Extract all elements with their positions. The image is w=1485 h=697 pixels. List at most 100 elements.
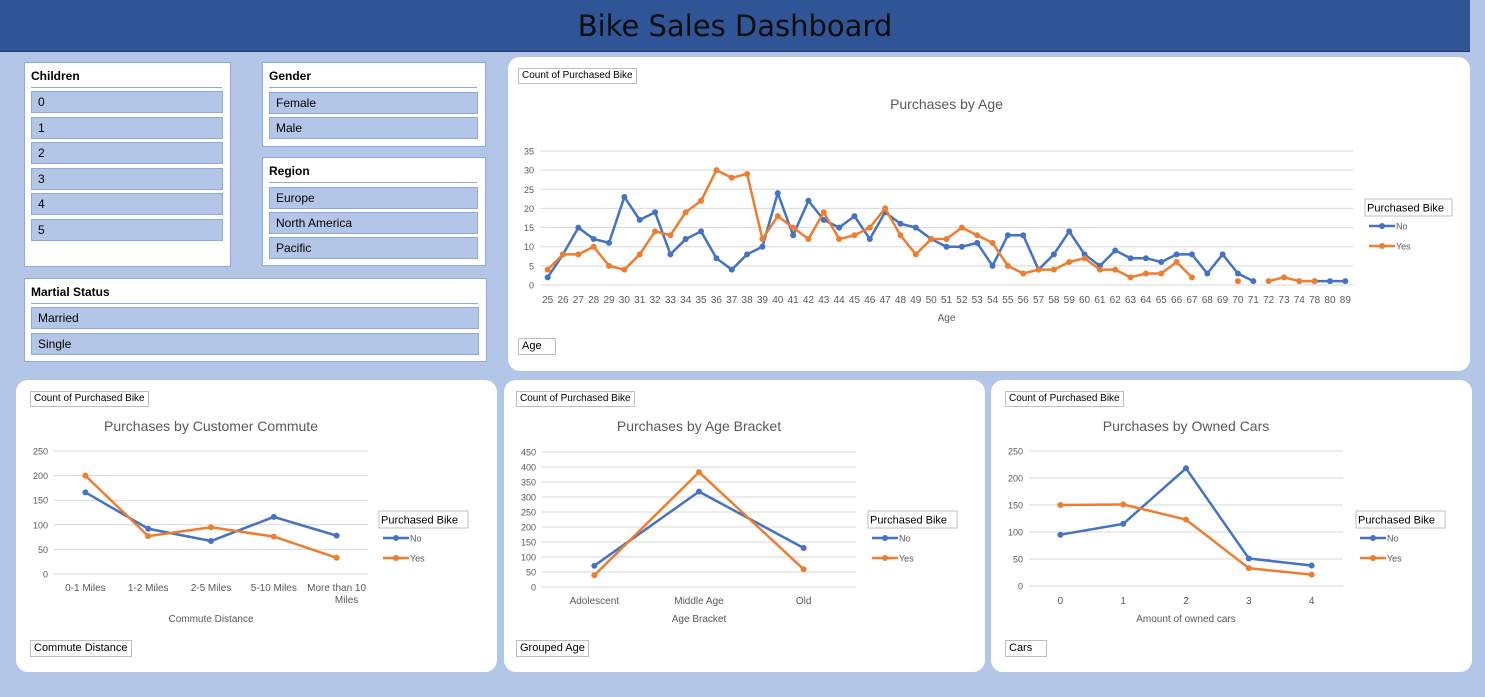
data-point-yes	[544, 266, 551, 273]
data-point-no	[591, 562, 598, 569]
data-point-yes	[1296, 278, 1303, 285]
data-point-yes	[744, 170, 751, 177]
y-tick-label: 200	[521, 523, 536, 533]
x-tick-label: 31	[634, 295, 646, 306]
data-point-yes	[682, 209, 689, 216]
x-tick-label: 3	[1246, 596, 1252, 607]
chart-title: Purchases by Owned Cars	[1103, 418, 1270, 434]
children-slicer-item[interactable]: 5	[31, 218, 223, 241]
marital-slicer-item[interactable]: Single	[31, 333, 479, 355]
data-point-no	[1245, 555, 1252, 562]
marital-slicer-item[interactable]: Married	[31, 307, 479, 329]
data-point-no	[912, 224, 919, 231]
data-point-no	[544, 274, 551, 281]
data-point-no	[82, 489, 89, 496]
age-line-chart: Purchases by Age0510152025303525 26 27 28 29…	[524, 96, 1453, 324]
data-point-yes	[1142, 270, 1149, 277]
x-tick-label: 42	[803, 295, 815, 306]
y-tick-label: 0	[531, 583, 536, 593]
data-point-yes	[696, 469, 702, 476]
data-point-no	[1057, 531, 1064, 538]
data-point-no	[1234, 270, 1241, 277]
series-line-no	[84, 491, 337, 543]
x-tick-label: 71	[1248, 295, 1260, 306]
x-tick-label: 36	[711, 295, 723, 306]
data-point-no	[1188, 251, 1195, 258]
x-tick-label: Adolescent	[570, 596, 620, 607]
children-slicer-item[interactable]: 1	[31, 116, 223, 139]
data-point-yes	[759, 236, 766, 243]
x-tick-label: 32	[649, 295, 661, 306]
x-tick-label: 48	[895, 295, 907, 306]
data-point-no	[606, 239, 613, 246]
data-point-no	[1204, 270, 1211, 277]
data-point-no	[1219, 251, 1226, 258]
data-point-no	[1142, 255, 1149, 262]
data-point-yes	[1096, 266, 1103, 273]
legend-marker-no	[393, 535, 399, 541]
x-tick-label: 69	[1217, 295, 1229, 306]
y-tick-label: 5	[529, 261, 534, 271]
y-tick-label: 50	[1013, 555, 1023, 565]
data-point-no	[1127, 255, 1134, 262]
chart-title: Purchases by Customer Commute	[104, 418, 318, 434]
data-point-no	[728, 266, 735, 273]
legend-marker-no	[882, 535, 888, 541]
data-point-yes	[1234, 278, 1241, 285]
x-tick-label: 61	[1094, 295, 1106, 306]
data-point-no	[943, 243, 950, 250]
x-tick-label: 65	[1156, 295, 1168, 306]
legend-marker-yes	[393, 555, 399, 561]
x-tick-label: 40	[772, 295, 784, 306]
x-tick-label: 28	[588, 295, 600, 306]
x-tick-label: 38	[742, 295, 754, 306]
data-point-yes	[928, 236, 935, 243]
series-line-yes	[84, 474, 337, 559]
y-tick-label: 150	[521, 538, 536, 548]
data-point-yes	[591, 572, 598, 579]
children-slicer-item[interactable]: 0	[31, 91, 223, 113]
data-point-yes	[820, 209, 827, 216]
legend-title: Purchased Bike	[1358, 515, 1435, 527]
x-tick-label: 46	[864, 295, 876, 306]
x-tick-label: 52	[956, 295, 968, 306]
data-point-yes	[145, 533, 152, 540]
data-point-yes	[652, 228, 659, 235]
marital-status-slicer: Martial Status Married Single	[24, 278, 487, 362]
region-slicer-header: Region	[269, 164, 477, 183]
x-tick-label: More than 10 Miles	[307, 583, 366, 606]
age-bracket-chart-card: Count of Purchased Bike Grouped Age Purc…	[504, 380, 985, 672]
data-point-yes	[575, 251, 582, 258]
region-slicer-item[interactable]: North America	[269, 212, 478, 234]
data-point-yes	[805, 236, 812, 243]
x-tick-label: 73	[1278, 295, 1290, 306]
data-point-no	[744, 251, 751, 258]
data-point-yes	[82, 472, 89, 479]
x-tick-label: 35	[696, 295, 708, 306]
data-point-yes	[590, 243, 597, 250]
gender-slicer-item[interactable]: Male	[269, 117, 478, 139]
series-line-yes	[593, 470, 805, 577]
children-slicer-item[interactable]: 3	[31, 167, 223, 190]
data-point-no	[621, 193, 628, 200]
children-slicer-item[interactable]: 2	[31, 142, 223, 164]
data-point-no	[1342, 278, 1349, 285]
legend-marker-yes	[1379, 243, 1385, 249]
x-tick-label: 1	[1120, 596, 1126, 607]
marital-status-slicer-header: Martial Status	[31, 285, 478, 304]
data-point-yes	[636, 251, 643, 258]
data-point-yes	[1183, 516, 1189, 523]
data-point-no	[208, 538, 214, 545]
gender-slicer-item[interactable]: Female	[269, 92, 478, 114]
x-tick-label: 58	[1048, 295, 1060, 306]
data-point-yes	[958, 224, 965, 231]
legend-label-no: No	[1396, 222, 1408, 232]
data-point-no	[1120, 520, 1127, 527]
x-tick-label: 45	[849, 295, 861, 306]
children-slicer-item[interactable]: 4	[31, 193, 223, 215]
data-point-yes	[912, 251, 919, 258]
region-slicer-item[interactable]: Pacific	[269, 237, 478, 259]
data-point-no	[1004, 232, 1011, 239]
region-slicer-item[interactable]: Europe	[269, 187, 478, 209]
data-point-yes	[1265, 278, 1272, 285]
